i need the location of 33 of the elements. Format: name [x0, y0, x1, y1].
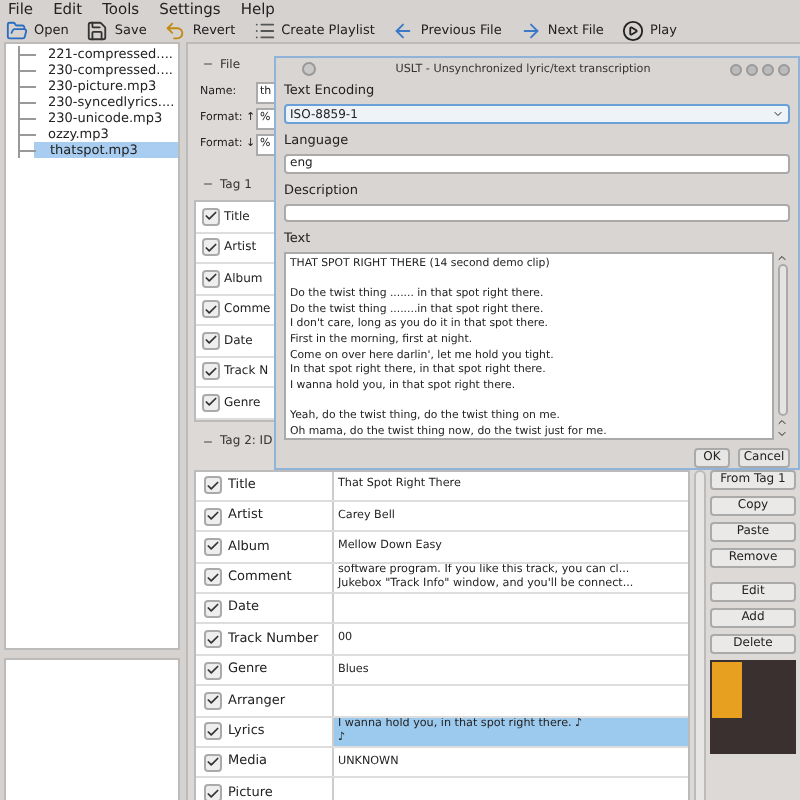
checkbox[interactable] [202, 300, 220, 319]
folder-icon [6, 20, 28, 42]
chevron-up-icon [776, 416, 788, 428]
scrollbar[interactable] [694, 469, 706, 800]
checkbox[interactable] [204, 537, 222, 556]
checkbox[interactable] [202, 207, 220, 226]
checkbox[interactable] [204, 630, 222, 649]
checkbox[interactable] [204, 722, 222, 741]
checkbox[interactable] [202, 393, 220, 412]
checkbox[interactable] [204, 568, 222, 587]
checkbox[interactable] [204, 691, 222, 710]
chevron-down-icon [772, 108, 784, 121]
checkbox[interactable] [202, 238, 220, 257]
checkbox[interactable] [204, 753, 222, 772]
chevron-down-icon [776, 428, 788, 440]
checkbox[interactable] [202, 331, 220, 350]
checkbox[interactable] [202, 269, 220, 288]
scrollbar[interactable] [774, 252, 790, 440]
lyrics-text-area[interactable] [284, 252, 774, 440]
album-cover-placeholder [710, 659, 796, 753]
description-field[interactable] [284, 203, 790, 223]
checkbox[interactable] [204, 507, 222, 526]
checkbox[interactable] [204, 476, 222, 495]
chevron-up-icon [776, 252, 788, 264]
checkbox[interactable] [202, 362, 220, 381]
undo-arrow-icon [164, 20, 187, 42]
checkbox[interactable] [204, 784, 222, 800]
checkbox[interactable] [204, 599, 222, 618]
checkbox[interactable] [204, 661, 222, 680]
play-icon [621, 20, 644, 42]
left-arrow-icon [392, 20, 415, 42]
floppy-icon [86, 20, 109, 42]
right-arrow-icon [519, 20, 542, 42]
